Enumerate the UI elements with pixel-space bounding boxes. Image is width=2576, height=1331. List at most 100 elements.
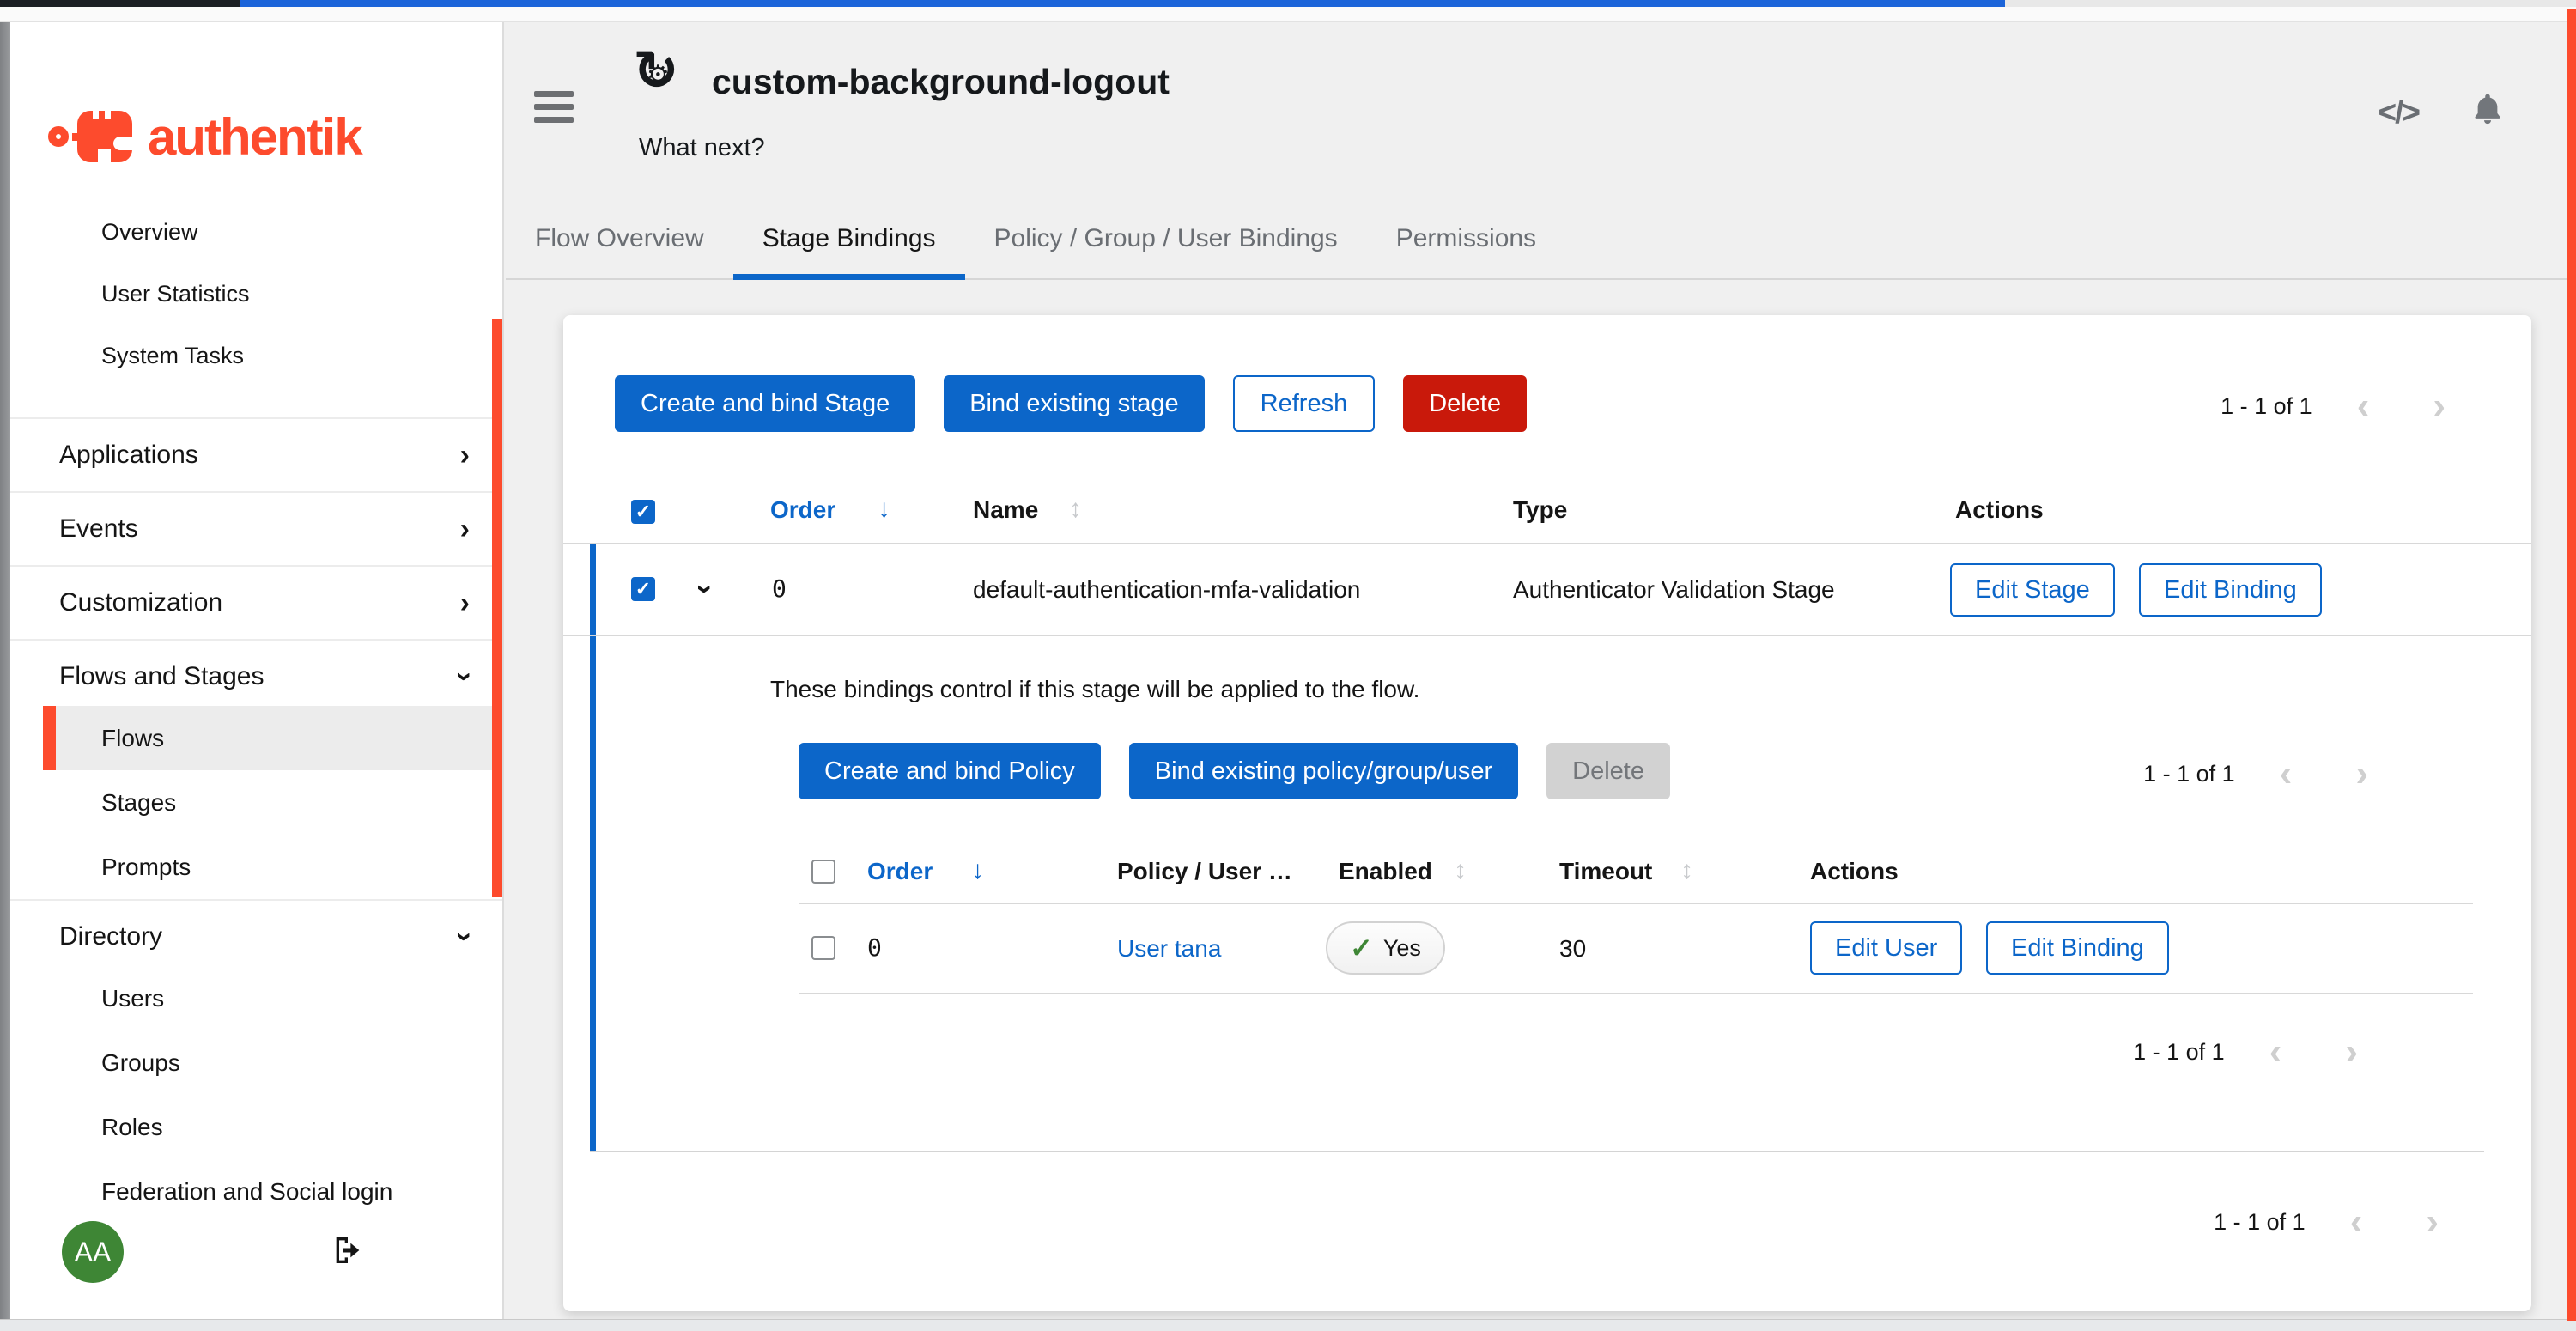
- sidebar-group-events[interactable]: Events ›: [10, 491, 502, 565]
- cell-name: default-authentication-mfa-validation: [973, 576, 1360, 604]
- tab-permissions[interactable]: Permissions: [1367, 224, 1565, 280]
- window-top-edge: [0, 0, 2576, 7]
- page-subtitle: What next?: [639, 134, 765, 162]
- create-and-bind-stage-button[interactable]: Create and bind Stage: [615, 375, 915, 432]
- bind-existing-stage-button[interactable]: Bind existing stage: [944, 375, 1204, 432]
- sidebar-group-label: Events: [59, 514, 138, 544]
- table-row: ✓ › 0 default-authentication-mfa-validat…: [563, 544, 2531, 636]
- pagination-range: 1 - 1 of 1: [2214, 1209, 2306, 1236]
- page-previous-icon[interactable]: ‹: [2331, 1203, 2382, 1241]
- tab-flow-overview[interactable]: Flow Overview: [506, 224, 733, 280]
- sidebar-scrollbar[interactable]: [492, 319, 502, 897]
- sidebar-group-flows-and-stages[interactable]: Flows and Stages ›: [10, 639, 502, 713]
- delete-policy-button[interactable]: Delete: [1546, 743, 1670, 799]
- sidebar-item-stages[interactable]: Stages: [10, 770, 502, 835]
- sidebar-item-label: User Statistics: [101, 281, 250, 307]
- page-title: custom-background-logout: [712, 62, 1170, 102]
- sort-toggle-icon[interactable]: ↕: [1454, 856, 1467, 885]
- page-next-icon[interactable]: ›: [2326, 1033, 2377, 1071]
- sidebar-item-overview[interactable]: Overview: [10, 201, 502, 263]
- pagination-range: 1 - 1 of 1: [2221, 393, 2312, 420]
- delete-button[interactable]: Delete: [1403, 375, 1527, 432]
- sidebar-item-users[interactable]: Users: [10, 966, 502, 1030]
- api-access-icon[interactable]: </>: [2379, 94, 2420, 131]
- sidebar-item-user-statistics[interactable]: User Statistics: [10, 263, 502, 325]
- window-top-blue-segment: [240, 0, 2005, 7]
- table-bottom-divider: [590, 1151, 2484, 1152]
- refresh-button[interactable]: Refresh: [1233, 375, 1376, 432]
- chevron-right-icon: ›: [460, 441, 470, 470]
- pagination-inner-bottom: 1 - 1 of 1 ‹ ›: [2133, 1033, 2377, 1071]
- chevron-right-icon: ›: [460, 588, 470, 617]
- sidebar-item-label: Users: [101, 985, 164, 1012]
- notifications-bell-icon[interactable]: [2469, 91, 2506, 133]
- page-next-icon[interactable]: ›: [2407, 1203, 2458, 1241]
- page-next-icon[interactable]: ›: [2336, 755, 2387, 793]
- tab-policy-group-user-bindings[interactable]: Policy / Group / User Bindings: [965, 224, 1367, 280]
- cell-policy-user-link[interactable]: User tana: [1117, 935, 1221, 963]
- sidebar-item-prompts[interactable]: Prompts: [10, 835, 502, 899]
- stage-bindings-card: Create and bind Stage Bind existing stag…: [563, 315, 2531, 1311]
- expanded-description: These bindings control if this stage wil…: [770, 676, 1419, 703]
- column-header-timeout[interactable]: Timeout: [1559, 858, 1652, 885]
- sidebar-item-label: System Tasks: [101, 343, 244, 369]
- bind-existing-policy-button[interactable]: Bind existing policy/group/user: [1129, 743, 1518, 799]
- pagination-inner-top: 1 - 1 of 1 ‹ ›: [2143, 755, 2387, 793]
- select-all-checkbox[interactable]: ✓: [811, 860, 835, 884]
- tab-stage-bindings[interactable]: Stage Bindings: [733, 224, 965, 280]
- select-all-checkbox[interactable]: ✓: [631, 500, 655, 524]
- sidebar-sublist-flows-and-stages: Flows Stages Prompts: [10, 706, 502, 899]
- pagination-top: 1 - 1 of 1 ‹ ›: [2221, 387, 2464, 425]
- column-header-name[interactable]: Name: [973, 496, 1038, 524]
- edit-user-button[interactable]: Edit User: [1810, 921, 1962, 975]
- logout-icon[interactable]: [331, 1233, 365, 1272]
- sidebar-group-customization[interactable]: Customization ›: [10, 565, 502, 639]
- brand-logo[interactable]: authentik: [10, 22, 502, 201]
- stage-toolbar: Create and bind Stage Bind existing stag…: [615, 375, 1527, 432]
- sidebar-footer: AA: [62, 1221, 468, 1283]
- column-header-order[interactable]: Order: [867, 858, 933, 885]
- sort-toggle-icon[interactable]: ↕: [1069, 495, 1082, 524]
- sidebar-sublist-directory: Users Groups Roles Federation and Social…: [10, 966, 502, 1224]
- edit-binding-button[interactable]: Edit Binding: [1986, 921, 2169, 975]
- sidebar-item-roles[interactable]: Roles: [10, 1095, 502, 1159]
- sidebar-group-directory[interactable]: Directory ›: [10, 899, 502, 973]
- check-icon: ✓: [635, 578, 651, 600]
- sidebar-item-label: Federation and Social login: [101, 1178, 392, 1206]
- tab-bar: Flow Overview Stage Bindings Policy / Gr…: [506, 204, 2567, 280]
- sidebar-item-flows[interactable]: Flows: [43, 706, 502, 770]
- column-header-policy-user[interactable]: Policy / User …: [1117, 858, 1292, 885]
- row-checkbox[interactable]: ✓: [811, 936, 835, 960]
- row-checkbox[interactable]: ✓: [631, 577, 655, 601]
- sort-toggle-icon[interactable]: ↕: [1680, 856, 1693, 885]
- cell-order: 0: [772, 574, 787, 603]
- enabled-badge: ✓ Yes: [1326, 921, 1445, 975]
- menu-toggle-icon[interactable]: [534, 91, 574, 130]
- create-and-bind-policy-button[interactable]: Create and bind Policy: [799, 743, 1101, 799]
- gear-icon: ⚙: [647, 60, 670, 90]
- page-next-icon[interactable]: ›: [2414, 387, 2464, 425]
- sort-descending-icon[interactable]: ↓: [878, 495, 890, 524]
- edit-stage-button[interactable]: Edit Stage: [1950, 563, 2115, 617]
- sidebar-item-label: Flows: [101, 725, 164, 752]
- page-previous-icon[interactable]: ‹: [2338, 387, 2389, 425]
- page-previous-icon[interactable]: ‹: [2251, 1033, 2301, 1071]
- edit-binding-button[interactable]: Edit Binding: [2139, 563, 2322, 617]
- sidebar-group-applications[interactable]: Applications ›: [10, 417, 502, 491]
- page-previous-icon[interactable]: ‹: [2261, 755, 2312, 793]
- sidebar-item-label: Roles: [101, 1114, 163, 1141]
- cell-type: Authenticator Validation Stage: [1513, 576, 1835, 604]
- column-header-enabled[interactable]: Enabled: [1339, 858, 1432, 885]
- chevron-down-icon: ›: [450, 672, 479, 681]
- pagination-range: 1 - 1 of 1: [2143, 761, 2235, 787]
- avatar[interactable]: AA: [62, 1221, 124, 1283]
- sort-descending-icon[interactable]: ↓: [971, 856, 984, 885]
- window-right-orange-strip: [2567, 9, 2576, 1321]
- row-expander-icon[interactable]: ›: [691, 584, 720, 593]
- sidebar-item-groups[interactable]: Groups: [10, 1030, 502, 1095]
- sidebar-item-federation-and-social-login[interactable]: Federation and Social login: [10, 1159, 502, 1224]
- sidebar-item-system-tasks[interactable]: System Tasks: [10, 325, 502, 386]
- column-header-order[interactable]: Order: [770, 496, 835, 524]
- sidebar-nav: Overview User Statistics System Tasks Ap…: [10, 201, 502, 1224]
- sidebar-item-label: Overview: [101, 219, 198, 246]
